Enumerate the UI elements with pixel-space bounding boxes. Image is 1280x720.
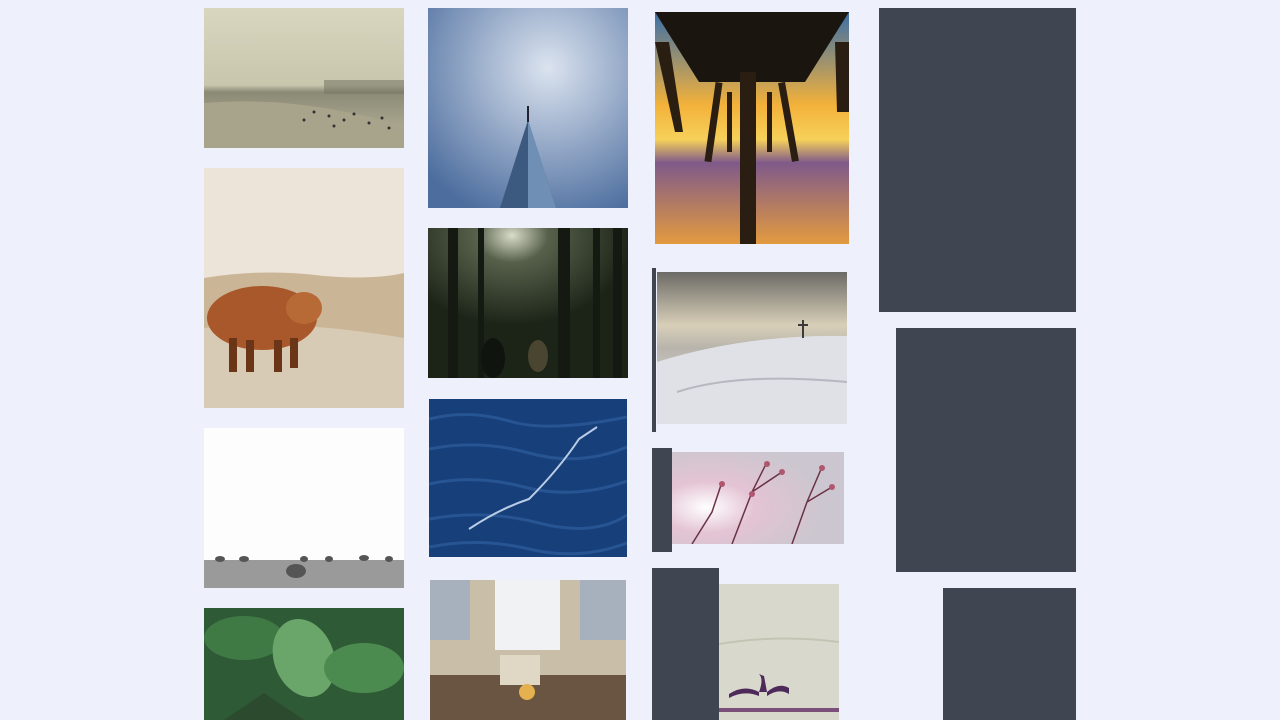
accent-bar xyxy=(652,268,656,432)
photo-cormorant[interactable] xyxy=(719,584,839,720)
photo-beach[interactable] xyxy=(204,8,404,148)
photo-grand-central[interactable] xyxy=(430,580,626,720)
photo-skyscraper[interactable] xyxy=(428,8,628,208)
placeholder-block xyxy=(879,8,1076,312)
placeholder-block xyxy=(943,588,1076,720)
photo-ocean[interactable] xyxy=(429,399,627,557)
photo-gallery xyxy=(0,0,1280,720)
placeholder-block xyxy=(652,448,672,552)
placeholder-block xyxy=(896,328,1076,572)
photo-snowy-hill[interactable] xyxy=(657,272,847,424)
photo-highland-cow[interactable] xyxy=(204,168,404,408)
photo-hay-bales[interactable] xyxy=(204,428,404,588)
placeholder-block xyxy=(652,568,719,720)
photo-blossom[interactable] xyxy=(672,452,844,544)
photo-forest[interactable] xyxy=(428,228,628,378)
photo-green-leaves[interactable] xyxy=(204,608,404,720)
photo-pier-sunset[interactable] xyxy=(655,12,849,244)
